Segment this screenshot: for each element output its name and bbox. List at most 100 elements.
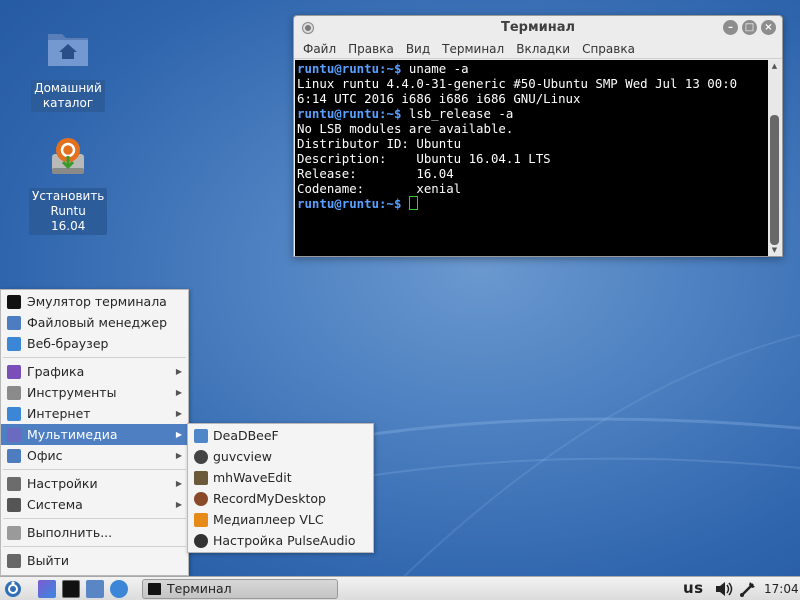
terminal-line-text: Description: Ubuntu 16.04.1 LTS bbox=[297, 151, 551, 166]
menu-item-label: Графика bbox=[27, 364, 85, 379]
minimize-icon[interactable]: – bbox=[723, 20, 738, 35]
scrollbar-thumb[interactable] bbox=[770, 115, 779, 245]
menu-item-terminal[interactable]: Эмулятор терминала bbox=[1, 291, 188, 312]
terminal-line-text: No LSB modules are available. bbox=[297, 121, 514, 136]
taskbar-terminal-button[interactable]: Терминал bbox=[142, 579, 338, 599]
desktop-icon-label: Установить bbox=[32, 189, 105, 203]
logout-icon bbox=[7, 554, 21, 568]
menu-item-label: Выполнить... bbox=[27, 525, 113, 540]
submenu-item-webcam[interactable]: guvcview bbox=[188, 446, 373, 467]
webcam-icon bbox=[194, 450, 208, 464]
terminal-line-text: 6:14 UTC 2016 i686 i686 i686 GNU/Linux bbox=[297, 91, 581, 106]
menu-terminal[interactable]: Терминал bbox=[436, 40, 510, 58]
menu-item-label: Файловый менеджер bbox=[27, 315, 168, 330]
submenu-arrow-icon: ▶ bbox=[175, 388, 182, 397]
menu-item-run[interactable]: Выполнить... bbox=[1, 522, 188, 543]
record-icon bbox=[194, 492, 208, 506]
menu-item-label: Инструменты bbox=[27, 385, 117, 400]
submenu-item-label: mhWaveEdit bbox=[213, 470, 292, 485]
menu-item-folder[interactable]: Файловый менеджер bbox=[1, 312, 188, 333]
taskbar: Терминал us 17:04 bbox=[0, 576, 800, 600]
menu-item-internet[interactable]: Интернет ▶ bbox=[1, 403, 188, 424]
taskbar-task-label: Терминал bbox=[167, 581, 232, 596]
terminal-line: 6:14 UTC 2016 i686 i686 i686 GNU/Linux bbox=[297, 91, 767, 106]
menu-item-system[interactable]: Система ▶ bbox=[1, 494, 188, 515]
office-icon bbox=[7, 449, 21, 463]
menu-item-graphics[interactable]: Графика ▶ bbox=[1, 361, 188, 382]
terminal-line-text: Linux runtu 4.4.0-31-generic #50-Ubuntu … bbox=[297, 76, 738, 91]
network-icon[interactable] bbox=[738, 579, 758, 599]
menu-item-label: Настройки bbox=[27, 476, 98, 491]
terminal-prompt: runtu@runtu:~$ bbox=[297, 196, 402, 211]
submenu-item-label: DeaDBeeF bbox=[213, 428, 279, 443]
menu-item-office[interactable]: Офис ▶ bbox=[1, 445, 188, 466]
terminal-line-text: Release: 16.04 bbox=[297, 166, 454, 181]
applications-menu: Эмулятор терминала Файловый менеджер Веб-б… bbox=[0, 289, 189, 576]
graphics-icon bbox=[7, 365, 21, 379]
close-icon[interactable]: × bbox=[761, 20, 776, 35]
terminal-icon[interactable] bbox=[62, 580, 80, 598]
keyboard-layout-indicator[interactable]: us bbox=[683, 579, 704, 597]
folder-icon[interactable] bbox=[86, 580, 104, 598]
menu-help[interactable]: Справка bbox=[576, 40, 641, 58]
terminal-line: Linux runtu 4.4.0-31-generic #50-Ubuntu … bbox=[297, 76, 767, 91]
terminal-line: runtu@runtu:~$ uname -a bbox=[297, 61, 767, 76]
menu-view[interactable]: Вид bbox=[400, 40, 436, 58]
menu-tabs[interactable]: Вкладки bbox=[510, 40, 576, 58]
terminal-scrollbar[interactable]: ▲ ▼ bbox=[768, 60, 781, 256]
window-menu-icon[interactable] bbox=[303, 23, 313, 33]
maximize-icon[interactable]: □ bbox=[742, 20, 757, 35]
desktop-icon-label: Домашний bbox=[34, 81, 102, 95]
menu-item-logout[interactable]: Выйти bbox=[1, 550, 188, 571]
desktop-icon-installer[interactable]: Установить Runtu 16.04 bbox=[29, 132, 108, 235]
window-titlebar[interactable]: Терминал – □ × bbox=[294, 16, 782, 40]
clock[interactable]: 17:04 bbox=[764, 577, 799, 600]
desktop-icon-home[interactable]: Домашний каталог bbox=[29, 24, 107, 112]
scroll-up-icon[interactable]: ▲ bbox=[768, 62, 781, 70]
menu-separator bbox=[3, 546, 186, 547]
browser-icon[interactable] bbox=[110, 580, 128, 598]
menu-separator bbox=[3, 469, 186, 470]
menu-item-tools[interactable]: Инструменты ▶ bbox=[1, 382, 188, 403]
terminal-line: Release: 16.04 bbox=[297, 166, 767, 181]
terminal-line-text: Codename: xenial bbox=[297, 181, 462, 196]
terminal-line-text: lsb_release -a bbox=[401, 106, 514, 121]
menu-item-multimedia[interactable]: Мультимедиа ▶ bbox=[1, 424, 188, 445]
home-folder-icon bbox=[48, 34, 88, 66]
menu-edit[interactable]: Правка bbox=[342, 40, 400, 58]
graphics-icon[interactable] bbox=[38, 580, 56, 598]
menu-item-browser[interactable]: Веб-браузер bbox=[1, 333, 188, 354]
submenu-item-label: Медиаплеер VLC bbox=[213, 512, 324, 527]
terminal-line: No LSB modules are available. bbox=[297, 121, 767, 136]
submenu-item-music-note[interactable]: DeaDBeeF bbox=[188, 425, 373, 446]
terminal-icon bbox=[148, 583, 161, 595]
installer-icon bbox=[52, 138, 84, 174]
submenu-item-record[interactable]: RecordMyDesktop bbox=[188, 488, 373, 509]
terminal-menubar: Файл Правка Вид Терминал Вкладки Справка bbox=[294, 40, 782, 59]
terminal-line-text: uname -a bbox=[401, 61, 469, 76]
run-icon bbox=[7, 526, 21, 540]
internet-icon bbox=[7, 407, 21, 421]
submenu-arrow-icon: ▶ bbox=[175, 409, 182, 418]
menu-separator bbox=[3, 357, 186, 358]
tools-icon bbox=[7, 386, 21, 400]
terminal-window[interactable]: Терминал – □ × Файл Правка Вид Терминал … bbox=[293, 15, 783, 257]
menu-item-label: Система bbox=[27, 497, 83, 512]
menu-file[interactable]: Файл bbox=[297, 40, 342, 58]
scroll-down-icon[interactable]: ▼ bbox=[768, 246, 781, 254]
terminal-output[interactable]: runtu@runtu:~$ uname -a Linux runtu 4.4.0… bbox=[295, 60, 769, 256]
terminal-line-text bbox=[401, 196, 408, 211]
menu-item-label: Интернет bbox=[27, 406, 91, 421]
menu-item-label: Веб-браузер bbox=[27, 336, 109, 351]
submenu-item-pulseaudio[interactable]: Настройка PulseAudio bbox=[188, 530, 373, 551]
menu-item-settings[interactable]: Настройки ▶ bbox=[1, 473, 188, 494]
window-title: Терминал bbox=[500, 20, 575, 35]
submenu-item-label: RecordMyDesktop bbox=[213, 491, 326, 506]
volume-icon[interactable] bbox=[714, 581, 734, 597]
vlc-icon bbox=[194, 513, 208, 527]
waveform-icon bbox=[194, 471, 208, 485]
menu-icon[interactable] bbox=[4, 580, 22, 598]
submenu-item-vlc[interactable]: Медиаплеер VLC bbox=[188, 509, 373, 530]
menu-item-label: Офис bbox=[27, 448, 63, 463]
submenu-item-waveform[interactable]: mhWaveEdit bbox=[188, 467, 373, 488]
